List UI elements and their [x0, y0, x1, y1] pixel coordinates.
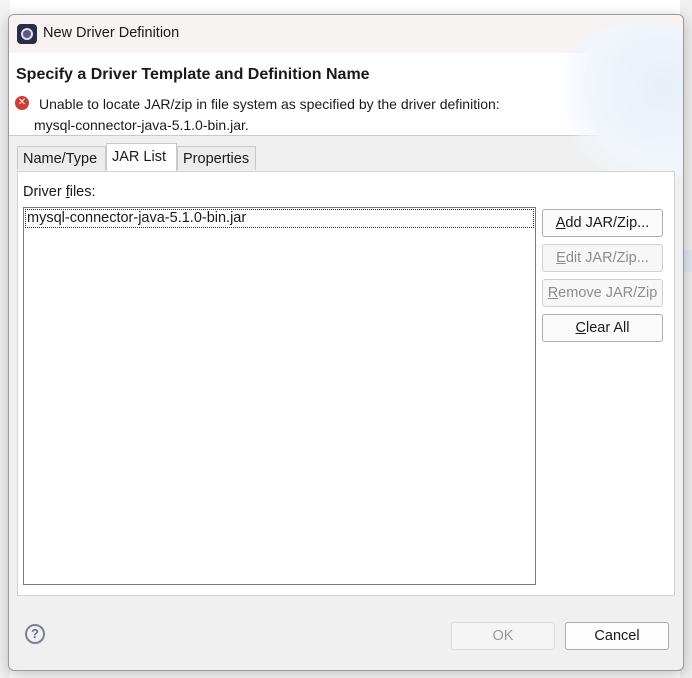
eclipse-app-icon [17, 24, 37, 44]
edit-jar-zip-button[interactable]: Edit JAR/Zip... [542, 244, 663, 272]
jar-list-panel: Driver files: mysql-connector-java-5.1.0… [17, 171, 675, 596]
error-message-line-2: mysql-connector-java-5.1.0-bin.jar. [34, 117, 249, 133]
tab-properties[interactable]: Properties [177, 146, 256, 170]
new-driver-definition-dialog: New Driver Definition ✕ Specify a Driver… [8, 14, 684, 671]
clear-all-button[interactable]: Clear All [542, 314, 663, 342]
error-message-line-1: Unable to locate JAR/zip in file system … [39, 96, 500, 112]
remove-jar-zip-button[interactable]: Remove JAR/Zip [542, 279, 663, 307]
cancel-button[interactable]: Cancel [565, 622, 669, 650]
driver-files-list[interactable]: mysql-connector-java-5.1.0-bin.jar [23, 207, 536, 585]
help-icon[interactable]: ? [25, 624, 45, 644]
tab-name-type[interactable]: Name/Type [17, 146, 106, 170]
driver-files-label: Driver files: [23, 184, 96, 200]
dialog-title: New Driver Definition [43, 25, 180, 41]
page-title: Specify a Driver Template and Definition… [16, 66, 370, 83]
error-x-icon: ✕ [15, 96, 29, 110]
wizard-header: Specify a Driver Template and Definition… [9, 23, 683, 183]
ok-button[interactable]: OK [451, 622, 555, 650]
list-item[interactable]: mysql-connector-java-5.1.0-bin.jar [25, 209, 534, 228]
add-jar-zip-button[interactable]: Add JAR/Zip... [542, 209, 663, 237]
tab-jar-list[interactable]: JAR List [106, 143, 177, 171]
